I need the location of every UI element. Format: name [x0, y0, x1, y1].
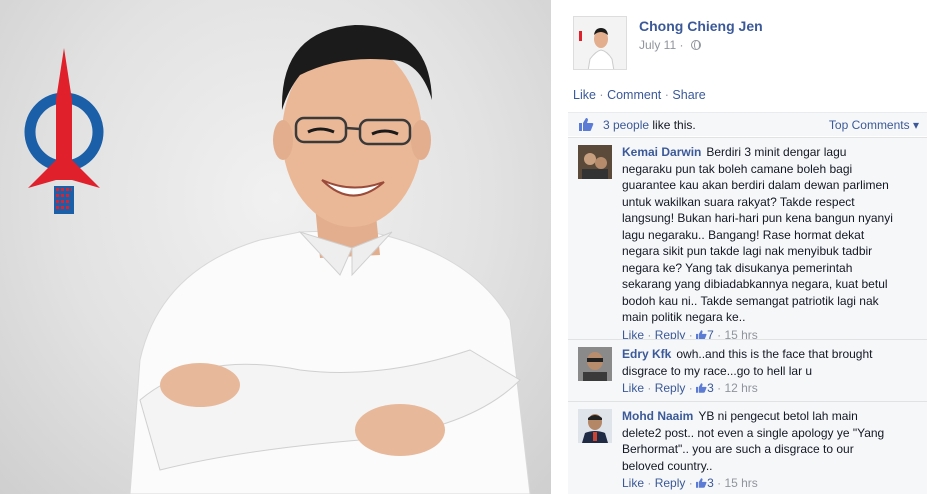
author-avatar[interactable]: [573, 16, 627, 70]
comment-text-line: sekarang yang dibiadabkannya negara, kua…: [622, 277, 888, 291]
thumbs-up-icon: [696, 383, 707, 393]
comment-body: Kemai Darwin Berdiri 3 minit dengar lagu …: [622, 144, 920, 343]
commenter-avatar[interactable]: [578, 409, 612, 443]
comment-body: Mohd Naaim YB ni pengecut betol lah main …: [622, 408, 920, 492]
person-portrait: [129, 25, 531, 494]
comment-text-line: langsung! Bukan hari-hari pun kena bangu…: [622, 211, 893, 225]
comment-reply-button[interactable]: Reply: [655, 476, 686, 490]
post-meta: July 11 ·: [639, 38, 701, 52]
comment-text-line: bodoh kau ni.. Takde semangat patriotik …: [622, 293, 879, 308]
commenter-avatar[interactable]: [578, 347, 612, 381]
likes-text: 3 people like this.: [603, 118, 696, 132]
comment-timestamp[interactable]: 15 hrs: [724, 476, 757, 490]
comment-text-line: negaraku pun tak boleh camane boleh bagi: [622, 161, 853, 176]
comment-text-line: main politik negara ke..: [622, 310, 746, 324]
comment-actions: Like · Reply · 3 · 15 hrs: [622, 476, 758, 490]
post-author-name[interactable]: Chong Chieng Jen: [639, 18, 763, 34]
post-date[interactable]: July 11: [639, 38, 676, 52]
comment-like-count[interactable]: 3: [707, 476, 714, 490]
top-comments-label: Top Comments: [828, 118, 910, 132]
likes-summary: 3 people like this. Top Comments ▾: [568, 112, 927, 136]
chevron-down-icon: ▾: [912, 118, 919, 132]
commenter-name[interactable]: Kemai Darwin: [622, 145, 701, 159]
commenter-name[interactable]: Mohd Naaim: [622, 409, 693, 423]
comment-item: Edry Kfk owh..and this is the face that b…: [568, 339, 927, 401]
thumbs-up-icon: [579, 118, 594, 131]
like-button[interactable]: Like: [573, 88, 596, 102]
post-side-panel: Chong Chieng Jen July 11 · Like · Commen…: [551, 0, 930, 494]
commenter-name[interactable]: Edry Kfk: [622, 347, 671, 361]
comment-text-line: guarantee kau akan berdiri dalam dewan p…: [622, 178, 889, 192]
comment-text-line: disgrace to my race...go to hell lar u: [622, 363, 813, 378]
separator: ·: [599, 88, 604, 102]
post-header: Chong Chieng Jen July 11 ·: [573, 16, 913, 74]
comment-text-line: negara ke? Yang tak disukanya pemerintah: [622, 260, 853, 275]
commenter-avatar[interactable]: [578, 145, 612, 179]
comment-like-count[interactable]: 3: [707, 381, 714, 395]
separator: ·: [664, 88, 669, 102]
comment-text-line: lagu negaraku.. Bangang! Rase hormat dek…: [622, 227, 865, 242]
comment-actions: Like · Reply · 3 · 12 hrs: [622, 381, 758, 395]
post-actions: Like · Comment · Share: [573, 88, 706, 102]
comment-item: Mohd Naaim YB ni pengecut betol lah main …: [568, 401, 927, 494]
comment-item: Kemai Darwin Berdiri 3 minit dengar lagu …: [568, 137, 927, 342]
comment-text-line: negara sikit pun takde lagi nak menyibuk…: [622, 244, 873, 258]
comment-like-button[interactable]: Like: [622, 381, 644, 395]
comment-text-line: YB ni pengecut betol lah main: [698, 409, 858, 423]
comment-reply-button[interactable]: Reply: [655, 381, 686, 395]
comment-text-line: beloved country..: [622, 458, 713, 473]
post-photo[interactable]: [0, 0, 551, 494]
globe-icon[interactable]: [690, 40, 701, 50]
comment-text-line: Berdiri 3 minit dengar lagu: [706, 145, 847, 159]
comment-timestamp[interactable]: 12 hrs: [724, 381, 757, 395]
thumbs-up-icon: [696, 329, 707, 340]
top-comments-dropdown[interactable]: Top Comments ▾: [829, 118, 919, 132]
share-button[interactable]: Share: [672, 88, 705, 102]
thumbs-up-icon: [696, 478, 707, 488]
comment-text-line: Berhormat".. you are such a disgrace to …: [622, 442, 854, 456]
comment-button[interactable]: Comment: [607, 88, 661, 102]
comment-like-button[interactable]: Like: [622, 476, 644, 490]
comment-text-line: owh..and this is the face that brought: [676, 347, 873, 361]
comment-text-line: untuk wakilkan suara rakyat? Takde respe…: [622, 194, 855, 209]
likes-count-link[interactable]: 3 people: [603, 118, 649, 132]
comment-body: Edry Kfk owh..and this is the face that b…: [622, 346, 920, 397]
likes-suffix: like this.: [649, 118, 696, 132]
comment-text-line: delete2 post.. not even a single apology…: [622, 425, 885, 440]
